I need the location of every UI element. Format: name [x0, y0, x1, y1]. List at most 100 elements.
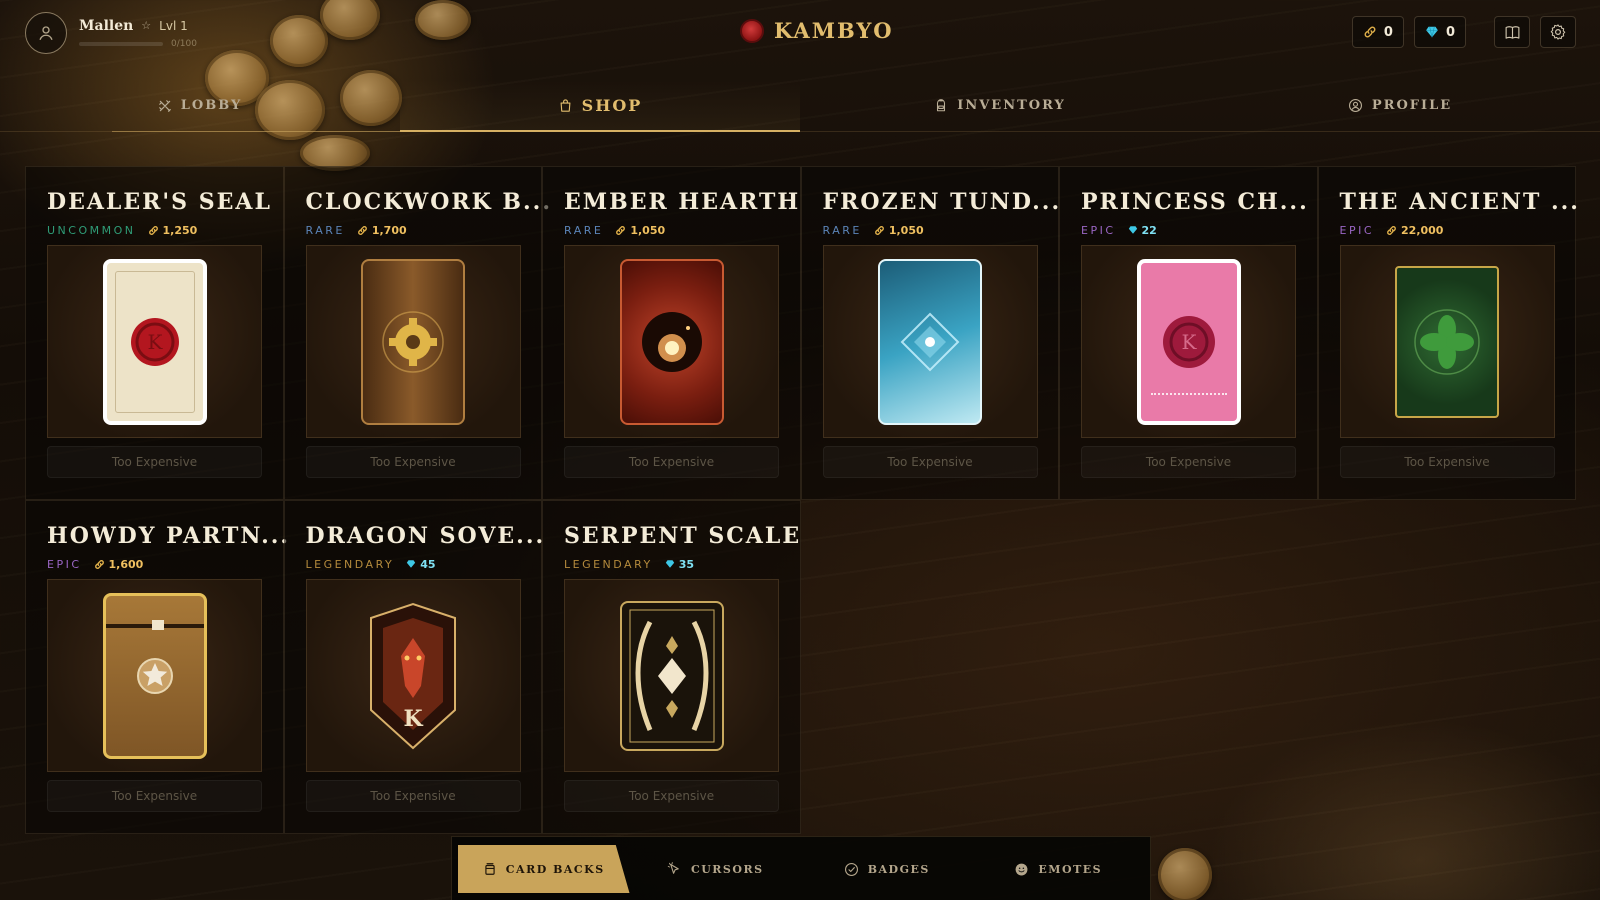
tab-lobby[interactable]: LOBBY	[0, 80, 400, 132]
item-title: FROZEN TUND...	[822, 189, 1062, 215]
player-panel[interactable]: Mallen ☆ Lvl 1 0/100	[25, 12, 197, 54]
item-preview[interactable]: K	[47, 245, 262, 438]
chain-coin-icon	[874, 225, 884, 235]
too-expensive-button[interactable]: Too Expensive	[564, 446, 779, 478]
item-price: 1,250	[148, 224, 197, 237]
item-preview[interactable]	[47, 579, 262, 772]
tab-profile[interactable]: PROFILE	[1200, 80, 1600, 131]
settings-button[interactable]	[1540, 16, 1576, 48]
item-rarity: EPIC	[1339, 223, 1375, 237]
currency-group: 0 0	[1351, 16, 1576, 48]
chain-coin-icon	[357, 225, 367, 235]
too-expensive-button[interactable]: Too Expensive	[47, 780, 262, 812]
item-title: EMBER HEARTH	[564, 189, 801, 215]
item-rarity: LEGENDARY	[305, 557, 395, 571]
category-tabs: CARD BACKS CURSORS BADGES EMOTES	[451, 836, 1151, 900]
too-expensive-button[interactable]: Too Expensive	[305, 446, 521, 478]
xp-text: 0/100	[171, 38, 197, 49]
shop-item-card[interactable]: DEALER'S SEAL UNCOMMON 1,250 K Too Expensive	[25, 166, 284, 500]
user-icon	[39, 26, 53, 41]
cursor-icon	[667, 861, 679, 874]
item-price-value: 35	[678, 557, 695, 571]
shop-item-card[interactable]: DRAGON SOVE... LEGENDARY 45 K Too Expensive	[283, 500, 546, 834]
too-expensive-button[interactable]: Too Expensive	[1081, 446, 1296, 478]
too-expensive-button[interactable]: Too Expensive	[305, 780, 521, 812]
svg-text:K: K	[1181, 330, 1197, 354]
chain-currency[interactable]: 0	[1351, 16, 1404, 48]
item-price: 22	[1128, 224, 1157, 237]
diamond-icon	[1426, 26, 1438, 38]
item-preview[interactable]: K	[1081, 245, 1296, 438]
tab-shop-label: SHOP	[581, 96, 643, 115]
item-price: 22,000	[1386, 224, 1443, 237]
item-price: 45	[406, 558, 436, 571]
item-price-value: 22	[1141, 223, 1157, 237]
item-title: DEALER'S SEAL	[47, 189, 272, 215]
too-expensive-button[interactable]: Too Expensive	[564, 780, 779, 812]
tab-badges-label: BADGES	[867, 862, 930, 876]
item-preview[interactable]: K	[305, 579, 521, 772]
tab-emotes[interactable]: EMOTES	[973, 845, 1145, 893]
smile-icon	[1015, 863, 1028, 875]
shop-item-card[interactable]: THE ANCIENT ... EPIC 22,000 Too Expensive	[1317, 166, 1578, 500]
item-rarity: UNCOMMON	[47, 223, 136, 237]
too-expensive-button[interactable]: Too Expensive	[822, 446, 1038, 478]
item-preview[interactable]	[822, 245, 1038, 438]
shop-grid: DEALER'S SEAL UNCOMMON 1,250 K Too Expensive…	[25, 166, 1578, 834]
tab-shop[interactable]: SHOP	[400, 80, 800, 132]
shop-item-card[interactable]: PRINCESS CH... EPIC 22 K Too Expensive	[1059, 166, 1318, 500]
item-title: SERPENT SCALE	[564, 523, 802, 549]
tab-cursors-label: CURSORS	[690, 862, 764, 876]
shop-item-card[interactable]: HOWDY PARTN... EPIC 1,600 Too Expensive	[25, 500, 291, 834]
user-circle-icon	[1348, 99, 1362, 112]
tab-inventory-label: INVENTORY	[957, 98, 1066, 113]
diamond-icon	[407, 560, 416, 568]
brand: KAMBYO	[740, 18, 894, 43]
item-preview[interactable]	[564, 579, 779, 772]
avatar[interactable]	[25, 12, 67, 54]
player-level: Lvl 1	[159, 18, 188, 33]
backpack-icon	[937, 99, 946, 112]
item-price-value: 22,000	[1401, 223, 1444, 237]
shop-item-card[interactable]: SERPENT SCALE LEGENDARY 35 Too Expensive	[542, 500, 801, 834]
chain-coin-icon	[94, 559, 104, 569]
tab-card-backs[interactable]: CARD BACKS	[458, 845, 630, 893]
item-title: DRAGON SOVE...	[305, 523, 546, 549]
item-title: HOWDY PARTN...	[47, 523, 291, 549]
diamond-currency[interactable]: 0	[1413, 16, 1466, 48]
item-rarity: RARE	[564, 223, 604, 237]
crossed-swords-icon	[158, 99, 171, 112]
tab-inventory[interactable]: INVENTORY	[800, 80, 1200, 131]
item-price-value: 1,050	[630, 223, 666, 237]
shop-item-card[interactable]: EMBER HEARTH RARE 1,050 Too Expensive	[542, 166, 801, 500]
diamond-balance: 0	[1445, 24, 1455, 40]
book-icon	[1505, 25, 1519, 39]
item-preview[interactable]	[564, 245, 779, 438]
tab-lobby-label: LOBBY	[180, 98, 243, 113]
chain-coin-icon	[1387, 225, 1396, 235]
diamond-icon	[665, 560, 674, 568]
too-expensive-button[interactable]: Too Expensive	[1339, 446, 1555, 478]
rules-book-button[interactable]	[1494, 16, 1530, 48]
shop-item-card[interactable]: CLOCKWORK B... RARE 1,700 Too Expensive	[283, 166, 552, 500]
item-price-value: 1,600	[108, 557, 144, 571]
too-expensive-button[interactable]: Too Expensive	[47, 446, 262, 478]
coin-decoration	[1158, 848, 1212, 900]
chain-coin-icon	[1364, 26, 1376, 38]
svg-text:K: K	[403, 706, 423, 732]
tab-cursors[interactable]: CURSORS	[630, 845, 802, 893]
item-price-value: 1,050	[888, 223, 924, 237]
item-price: 1,050	[615, 224, 665, 237]
gear-icon	[1550, 24, 1566, 40]
badge-check-icon	[844, 862, 858, 876]
item-preview[interactable]	[305, 245, 521, 438]
item-title: CLOCKWORK B...	[305, 189, 552, 215]
shop-item-card[interactable]: FROZEN TUND... RARE 1,050 Too Expensive	[800, 166, 1062, 500]
tab-badges[interactable]: BADGES	[801, 845, 973, 893]
brand-logo-icon	[740, 18, 764, 43]
shopping-bag-icon	[560, 99, 571, 112]
player-name: Mallen	[79, 17, 134, 34]
chain-coin-icon	[616, 225, 626, 235]
item-rarity: LEGENDARY	[564, 557, 653, 571]
item-preview[interactable]	[1339, 245, 1555, 438]
